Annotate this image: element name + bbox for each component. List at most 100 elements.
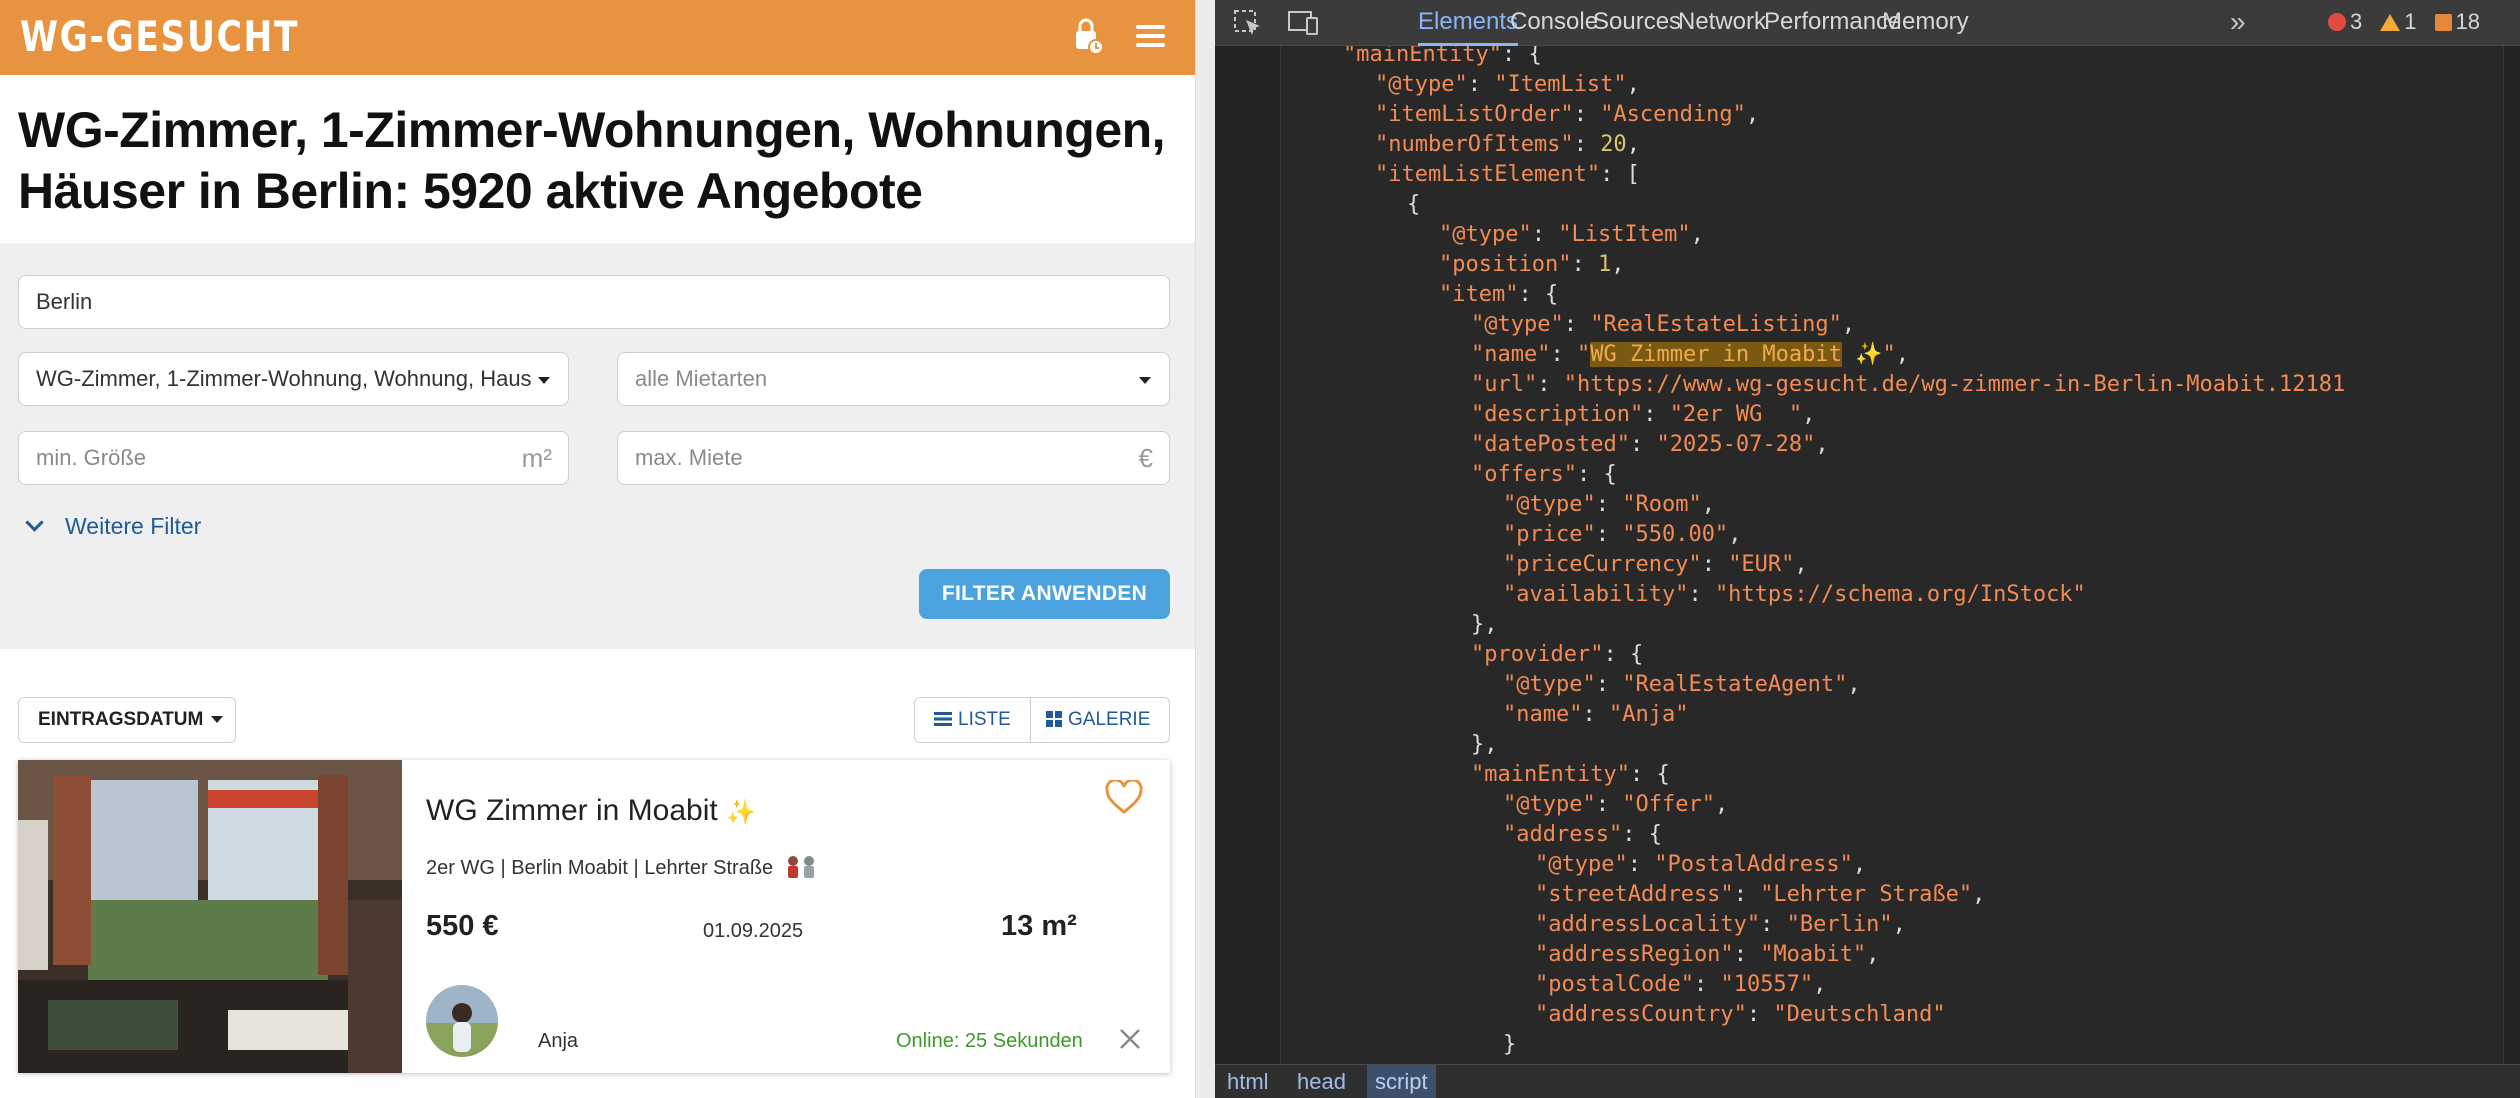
code-token: "mainEntity" (1471, 762, 1630, 787)
code-line[interactable]: }, (1471, 610, 1498, 640)
code-line[interactable]: }, (1471, 730, 1498, 760)
tab-memory[interactable]: Memory (1882, 0, 1969, 46)
city-input[interactable]: Berlin (18, 275, 1170, 329)
gallery-view-button[interactable]: GALERIE (1031, 698, 1169, 742)
code-line[interactable]: "price": "550.00", (1503, 520, 1741, 550)
devtools-status-counts[interactable]: 3 1 18 (2328, 0, 2480, 44)
code-token: "RealEstateAgent" (1622, 672, 1848, 697)
code-line[interactable]: "@type": "RealEstateAgent", (1503, 670, 1861, 700)
code-line[interactable]: "@type": "PostalAddress", (1535, 850, 1866, 880)
code-token: : (1627, 852, 1655, 877)
code-token: "@type" (1471, 312, 1564, 337)
search-highlight: WG Zimmer in Moabit (1590, 342, 1842, 367)
right-sidebar-strip (2503, 46, 2520, 1064)
code-line[interactable]: "item": { (1439, 280, 1558, 310)
breadcrumb-html[interactable]: html (1219, 1065, 1277, 1098)
code-token: , (1841, 312, 1856, 337)
panel-divider[interactable] (1195, 0, 1215, 1098)
close-icon[interactable] (1119, 1028, 1141, 1050)
code-line[interactable]: { (1407, 190, 1420, 220)
tab-network[interactable]: Network (1678, 0, 1766, 46)
code-token: "Berlin" (1786, 912, 1893, 937)
code-token: "url" (1471, 372, 1538, 397)
more-filters-label: Weitere Filter (65, 513, 202, 539)
code-token: , (1745, 102, 1760, 127)
code-token: : (1746, 1002, 1774, 1027)
code-token: : (1563, 312, 1591, 337)
code-line[interactable]: "@type": "RealEstateListing", (1471, 310, 1855, 340)
code-line[interactable]: "addressCountry": "Deutschland" (1535, 1000, 1946, 1030)
code-line[interactable]: "provider": { (1471, 640, 1643, 670)
listing-subtitle: 2er WG | Berlin Moabit | Lehrter Straße (426, 850, 819, 880)
listing-photo[interactable] (18, 760, 402, 1073)
code-token: "postalCode" (1535, 972, 1694, 997)
code-line[interactable]: "addressRegion": "Moabit", (1535, 940, 1879, 970)
listing-price: 550 € (426, 910, 499, 942)
code-token: }, (1471, 612, 1498, 637)
code-line[interactable]: "@type": "Offer", (1503, 790, 1728, 820)
tab-console[interactable]: Console (1510, 0, 1598, 46)
listing-card[interactable]: WG Zimmer in Moabit ✨ 2er WG | Berlin Mo… (18, 760, 1170, 1073)
code-line[interactable]: "description": "2er WG ", (1471, 400, 1815, 430)
code-token: : { (1603, 642, 1644, 667)
listing-title[interactable]: WG Zimmer in Moabit ✨ (426, 794, 756, 828)
code-line[interactable]: "itemListElement": [ (1375, 160, 1640, 190)
max-rent-input[interactable]: max. Miete € (617, 431, 1170, 485)
code-token: "addressLocality" (1535, 912, 1761, 937)
code-line[interactable]: } (1503, 1030, 1516, 1060)
min-size-input[interactable]: min. Größe m² (18, 431, 569, 485)
rent-type-select[interactable]: alle Mietarten (617, 352, 1170, 406)
tab-elements[interactable]: Elements (1418, 0, 1519, 46)
online-status: Online: 25 Sekunden (896, 1030, 1083, 1052)
breadcrumb-head[interactable]: head (1289, 1065, 1354, 1098)
code-line[interactable]: "availability": "https://schema.org/InSt… (1503, 580, 2086, 610)
code-token: "Room" (1622, 492, 1702, 517)
code-line[interactable]: "itemListOrder": "Ascending", (1375, 100, 1759, 130)
category-select[interactable]: WG-Zimmer, 1-Zimmer-Wohnung, Wohnung, Ha… (18, 352, 569, 406)
breadcrumb-script[interactable]: script (1367, 1065, 1436, 1098)
device-toolbar-icon[interactable] (1287, 9, 1318, 37)
code-token: " (1576, 342, 1591, 367)
code-token: "priceCurrency" (1503, 552, 1702, 577)
code-line[interactable]: "position": 1, (1439, 250, 1624, 280)
code-line[interactable]: "priceCurrency": "EUR", (1503, 550, 1808, 580)
code-line[interactable]: "name": "WG Zimmer in Moabit ✨", (1471, 340, 1909, 370)
code-token: "availability" (1503, 582, 1689, 607)
code-token: , (1892, 912, 1906, 937)
code-line[interactable]: "address": { (1503, 820, 1662, 850)
more-filters-toggle[interactable]: Weitere Filter (25, 510, 202, 542)
chevron-double-right-icon[interactable]: » (2230, 0, 2246, 46)
sort-dropdown[interactable]: EINTRAGSDATUM (18, 697, 236, 743)
heart-icon[interactable] (1105, 778, 1143, 816)
code-line[interactable]: "postalCode": "10557", (1535, 970, 1826, 1000)
code-line[interactable]: "@type": "Room", (1503, 490, 1715, 520)
inspect-element-icon[interactable] (1233, 9, 1263, 37)
sort-label: EINTRAGSDATUM (38, 709, 204, 730)
code-token: : { (1629, 762, 1670, 787)
apply-filter-button[interactable]: FILTER ANWENDEN (919, 569, 1170, 619)
size-unit-label: m² (521, 443, 552, 473)
list-view-button[interactable]: LISTE (915, 698, 1031, 742)
code-line[interactable]: "name": "Anja" (1503, 700, 1688, 730)
lock-icon[interactable] (1071, 16, 1109, 56)
code-token: , (1847, 672, 1861, 697)
code-line[interactable]: "@type": "ListItem", (1439, 220, 1704, 250)
code-line[interactable]: "addressLocality": "Berlin", (1535, 910, 1906, 940)
tab-performance[interactable]: Performance (1764, 0, 1901, 46)
tab-sources[interactable]: Sources (1593, 0, 1681, 46)
code-token: { (1407, 192, 1421, 217)
code-line[interactable]: "mainEntity": { (1471, 760, 1670, 790)
code-line[interactable]: "url": "https://www.wg-gesucht.de/wg-zim… (1471, 370, 2345, 400)
code-token: "ItemList" (1494, 72, 1627, 97)
avatar[interactable] (426, 985, 498, 1057)
code-line[interactable]: "offers": { (1471, 460, 1617, 490)
code-line[interactable]: "numberOfItems": 20, (1375, 130, 1640, 160)
code-token: "datePosted" (1471, 432, 1630, 457)
hamburger-menu-icon[interactable] (1133, 18, 1169, 54)
code-line[interactable]: "streetAddress": "Lehrter Straße", (1535, 880, 1985, 910)
code-line[interactable]: "@type": "ItemList", (1375, 70, 1640, 100)
site-logo[interactable]: WG-GESUCHT (20, 10, 299, 64)
code-token: , (1611, 252, 1625, 277)
code-token: "@type" (1439, 222, 1532, 247)
code-line[interactable]: "datePosted": "2025-07-28", (1471, 430, 1829, 460)
